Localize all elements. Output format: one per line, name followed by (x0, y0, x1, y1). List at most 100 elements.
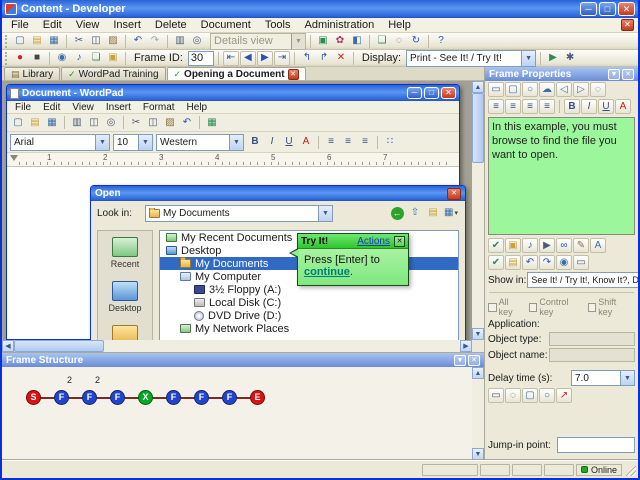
font-script-combobox[interactable]: Western ▼ (156, 133, 244, 151)
last-frame-button[interactable]: ⇥ (273, 50, 290, 66)
magnifier-icon[interactable]: ◌ (391, 34, 407, 49)
indent-marker[interactable] (10, 155, 18, 161)
close-icon[interactable]: ✕ (394, 235, 405, 247)
record-icon[interactable]: ● (12, 51, 28, 66)
title-bar[interactable]: Content - Developer ─ □ ✕ (2, 0, 638, 18)
cut-icon[interactable]: ✂ (128, 115, 144, 130)
open-dialog-title-bar[interactable]: Open ✕ (91, 186, 465, 201)
color-palette-icon[interactable]: ✿ (332, 34, 348, 49)
maximize-button[interactable]: □ (599, 2, 616, 16)
image-icon[interactable]: ▣ (105, 51, 121, 66)
font-name-combobox[interactable]: Arial ▼ (10, 133, 110, 151)
checkbox-all-key[interactable]: All key (488, 297, 524, 317)
cut-icon[interactable]: ✂ (71, 34, 87, 49)
menu-view[interactable]: View (69, 18, 107, 33)
font-icon[interactable]: A (590, 238, 606, 253)
tab-library[interactable]: ▤ Library (4, 67, 61, 80)
toolbar-grip[interactable] (5, 51, 8, 65)
insert-frame-icon[interactable]: ◧ (349, 34, 365, 49)
frame-node-f-2[interactable]: F (82, 390, 97, 405)
next-frame-button[interactable]: ▶ (256, 50, 273, 66)
underline-button[interactable]: U (598, 99, 614, 114)
previous-object-icon[interactable]: ↶ (522, 255, 538, 270)
wordpad-menu-file[interactable]: File (9, 101, 37, 114)
bold-button[interactable]: B (564, 99, 580, 114)
settings-icon[interactable]: ✱ (562, 51, 578, 66)
rectangle-bubble-icon[interactable]: ▭ (488, 82, 504, 97)
minimize-button[interactable]: ─ (407, 87, 422, 99)
previous-frame-button[interactable]: ◀ (239, 50, 256, 66)
look-in-combobox[interactable]: My Documents ▼ (145, 204, 333, 222)
wordpad-title-bar[interactable]: Document - WordPad ─ □ ✕ (7, 85, 459, 101)
oval-bubble-icon[interactable]: ○ (522, 82, 538, 97)
place-recent[interactable]: Recent (111, 237, 139, 269)
continue-link[interactable]: continue (304, 266, 350, 278)
tab-wordpad-training[interactable]: ✓ WordPad Training (61, 67, 166, 80)
paste-icon[interactable]: ▨ (162, 115, 178, 130)
place-desktop[interactable]: Desktop (108, 281, 142, 313)
no-bubble-icon[interactable]: ◌ (590, 82, 606, 97)
print-icon[interactable]: ▥ (69, 115, 85, 130)
wordpad-menu-edit[interactable]: Edit (37, 101, 66, 114)
print-icon[interactable]: ▥ (172, 34, 188, 49)
back-icon[interactable]: ← (389, 206, 405, 221)
properties-icon[interactable]: ▣ (315, 34, 331, 49)
print-preview-icon[interactable]: ◫ (86, 115, 102, 130)
menu-edit[interactable]: Edit (36, 18, 69, 33)
menu-document[interactable]: Document (194, 18, 258, 33)
frame-id-field[interactable]: 30 (187, 50, 214, 66)
views-icon[interactable]: ▦ ▾ (443, 206, 459, 221)
italic-button[interactable]: I (264, 135, 280, 150)
left-pointer-bubble-icon[interactable]: ◁ (556, 82, 572, 97)
align-center-icon[interactable]: ≡ (340, 135, 356, 150)
delay-time-combobox[interactable]: 7.0 ▼ (571, 370, 635, 386)
open-icon[interactable]: ▤ (29, 34, 45, 49)
show-in-combobox[interactable]: See It! / Try It!, Know It?, Do It! ▼ (527, 272, 638, 288)
tree-item-my-network-places[interactable]: My Network Places (160, 322, 458, 335)
menu-delete[interactable]: Delete (148, 18, 194, 33)
object-type-field[interactable] (549, 332, 635, 346)
font-size-combobox[interactable]: 10 ▼ (113, 133, 153, 151)
open-icon[interactable]: ▤ (27, 115, 43, 130)
copy-icon[interactable]: ◫ (88, 34, 104, 49)
scroll-up-icon[interactable]: ▲ (472, 81, 484, 93)
capture-object-icon[interactable]: ◉ (556, 255, 572, 270)
scroll-right-icon[interactable]: ▶ (460, 340, 472, 352)
close-icon[interactable]: ✕ (447, 187, 461, 200)
display-combobox[interactable]: Print - See It! / Try It! ▼ (406, 49, 537, 67)
insert-frame-before-icon[interactable]: ↰ (299, 51, 315, 66)
help-icon[interactable]: ? (433, 34, 449, 49)
wordpad-menu-view[interactable]: View (66, 101, 100, 114)
save-icon[interactable]: ▦ (46, 34, 62, 49)
frame-node-s-0[interactable]: S (26, 390, 41, 405)
frame-structure-header[interactable]: Frame Structure ▼ ✕ (2, 353, 484, 367)
actions-link[interactable]: Actions (357, 236, 390, 247)
stop-icon[interactable]: ■ (29, 51, 45, 66)
redo-icon[interactable]: ↷ (147, 34, 163, 49)
new-document-icon[interactable]: ▢ (12, 34, 28, 49)
rectangle-tool-icon[interactable]: ▢ (522, 388, 538, 403)
align-left-icon[interactable]: ≡ (488, 99, 504, 114)
horizontal-scrollbar[interactable]: ◀ ▶ (2, 340, 472, 352)
menu-help[interactable]: Help (381, 18, 418, 33)
open-folder-icon[interactable]: ▤ (505, 255, 521, 270)
tab-opening-a-document[interactable]: ✓ Opening a Document ✕ (166, 67, 306, 80)
play-preview-icon[interactable]: ▶ (545, 51, 561, 66)
toolbar-grip[interactable] (5, 34, 8, 48)
font-color-icon[interactable]: A (615, 99, 631, 114)
paste-icon[interactable]: ▨ (105, 34, 121, 49)
frame-node-e-8[interactable]: E (250, 390, 265, 405)
bubble-icon[interactable]: ❑ (374, 34, 390, 49)
align-center-icon[interactable]: ≡ (505, 99, 521, 114)
jump-in-point-field[interactable] (557, 437, 635, 453)
copy-icon[interactable]: ◫ (145, 115, 161, 130)
vertical-scrollbar[interactable]: ▲ ▼ (472, 81, 484, 340)
bubble-text-editor[interactable]: In this example, you must browse to find… (488, 117, 635, 235)
insert-video-icon[interactable]: ▶ (539, 238, 555, 253)
spellcheck-icon[interactable]: ✔ (488, 238, 504, 253)
keystroke-icon[interactable]: ▭ (488, 388, 504, 403)
bold-button[interactable]: B (247, 135, 263, 150)
keyboard-icon[interactable]: ▭ (573, 255, 589, 270)
menubar-close-icon[interactable]: ✕ (621, 19, 634, 31)
align-left-icon[interactable]: ≡ (323, 135, 339, 150)
